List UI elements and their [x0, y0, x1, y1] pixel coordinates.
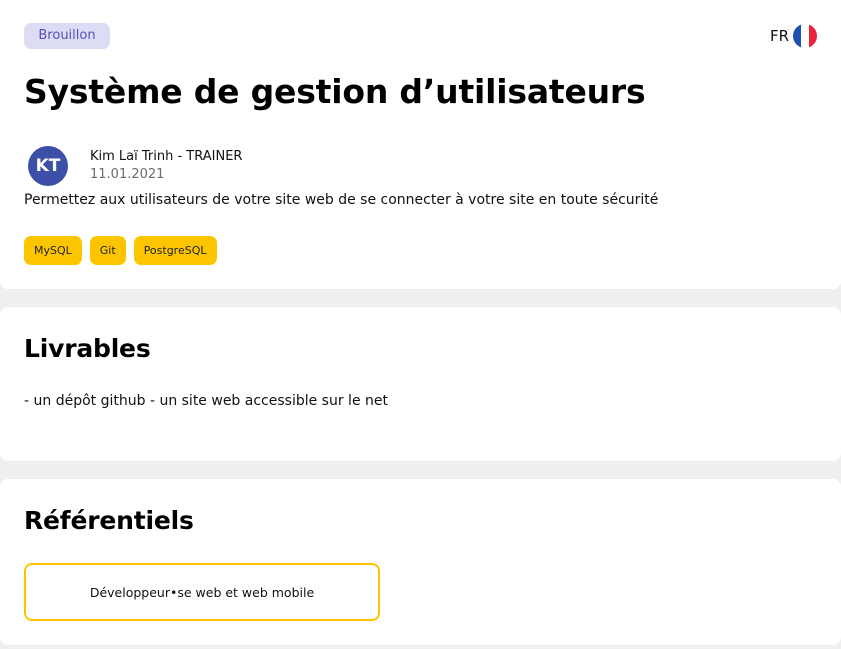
- project-header-card: Brouillon FR Système de gestion d’utilis…: [0, 0, 841, 289]
- tag-list: MySQL Git PostgreSQL: [24, 236, 217, 265]
- publish-date: 11.01.2021: [90, 167, 165, 182]
- livrables-title: Livrables: [24, 334, 151, 363]
- french-flag-icon: [793, 24, 817, 48]
- referentiel-item[interactable]: Développeur•se web et web mobile: [24, 563, 380, 621]
- avatar: KT: [28, 146, 68, 186]
- referentiels-card: Référentiels Développeur•se web et web m…: [0, 479, 841, 645]
- language-code: FR: [769, 27, 789, 45]
- referentiels-title: Référentiels: [24, 506, 194, 535]
- tag-postgresql[interactable]: PostgreSQL: [133, 236, 217, 265]
- livrables-text: - un dépôt github - un site web accessib…: [24, 393, 388, 409]
- page-title: Système de gestion d’utilisateurs: [24, 72, 646, 111]
- author-name: Kim Laï Trinh - TRAINER: [90, 149, 243, 164]
- project-description: Permettez aux utilisateurs de votre site…: [24, 192, 659, 208]
- tag-git[interactable]: Git: [89, 236, 126, 265]
- tag-mysql[interactable]: MySQL: [24, 236, 82, 265]
- status-badge: Brouillon: [24, 23, 110, 49]
- livrables-card: Livrables - un dépôt github - un site we…: [0, 307, 841, 461]
- language-selector[interactable]: FR: [770, 23, 817, 49]
